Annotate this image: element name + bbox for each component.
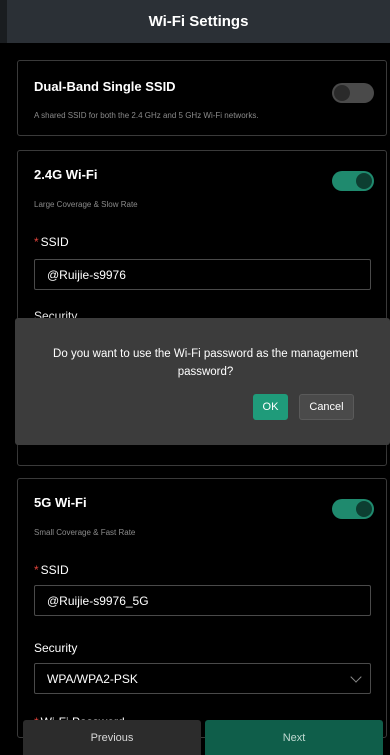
cancel-button[interactable]: Cancel — [299, 394, 354, 420]
wifi24-toggle[interactable] — [332, 171, 374, 191]
previous-button[interactable]: Previous — [23, 720, 201, 755]
wifi5-ssid-input[interactable]: @Ruijie-s9976_5G — [34, 585, 371, 616]
wifi5-ssid-label-text: SSID — [40, 563, 69, 577]
wifi24-title: 2.4G Wi-Fi — [34, 167, 98, 182]
dual-band-card: Dual-Band Single SSID A shared SSID for … — [17, 60, 387, 136]
dual-band-toggle[interactable] — [332, 83, 374, 103]
wifi5-card: 5G Wi-Fi Small Coverage & Fast Rate * SSI… — [17, 478, 387, 738]
toggle-knob — [356, 501, 372, 517]
wifi24-ssid-input[interactable]: @Ruijie-s9976 — [34, 259, 371, 290]
dual-band-description: A shared SSID for both the 2.4 GHz and 5… — [34, 111, 259, 120]
wifi5-toggle[interactable] — [332, 499, 374, 519]
page-header: Wi-Fi Settings — [7, 0, 390, 43]
wifi5-title: 5G Wi-Fi — [34, 495, 87, 510]
required-marker: * — [34, 563, 39, 577]
wifi5-security-select[interactable]: WPA/WPA2-PSK — [34, 663, 371, 694]
wifi24-description: Large Coverage & Slow Rate — [34, 200, 138, 209]
header-edge — [0, 0, 7, 43]
wifi5-ssid-value: @Ruijie-s9976_5G — [47, 593, 149, 608]
dual-band-title: Dual-Band Single SSID — [34, 79, 176, 94]
next-button[interactable]: Next — [205, 720, 383, 755]
wifi24-ssid-label-text: SSID — [40, 235, 69, 249]
dialog-message: Do you want to use the Wi-Fi password as… — [53, 348, 358, 378]
confirm-dialog: Do you want to use the Wi-Fi password as… — [15, 318, 390, 445]
footer-bar: Previous Next — [0, 720, 390, 755]
ok-button[interactable]: OK — [253, 394, 288, 420]
wifi5-ssid-label: * SSID — [34, 563, 69, 577]
toggle-knob — [356, 173, 372, 189]
chevron-down-icon — [350, 671, 362, 683]
toggle-knob — [334, 85, 350, 101]
wifi5-description: Small Coverage & Fast Rate — [34, 528, 136, 537]
wifi24-ssid-value: @Ruijie-s9976 — [47, 267, 126, 282]
wifi5-security-value: WPA/WPA2-PSK — [47, 671, 138, 686]
wifi5-security-label: Security — [34, 641, 78, 655]
wifi24-ssid-label: * SSID — [34, 235, 69, 249]
required-marker: * — [34, 235, 39, 249]
page-title: Wi-Fi Settings — [148, 13, 249, 30]
